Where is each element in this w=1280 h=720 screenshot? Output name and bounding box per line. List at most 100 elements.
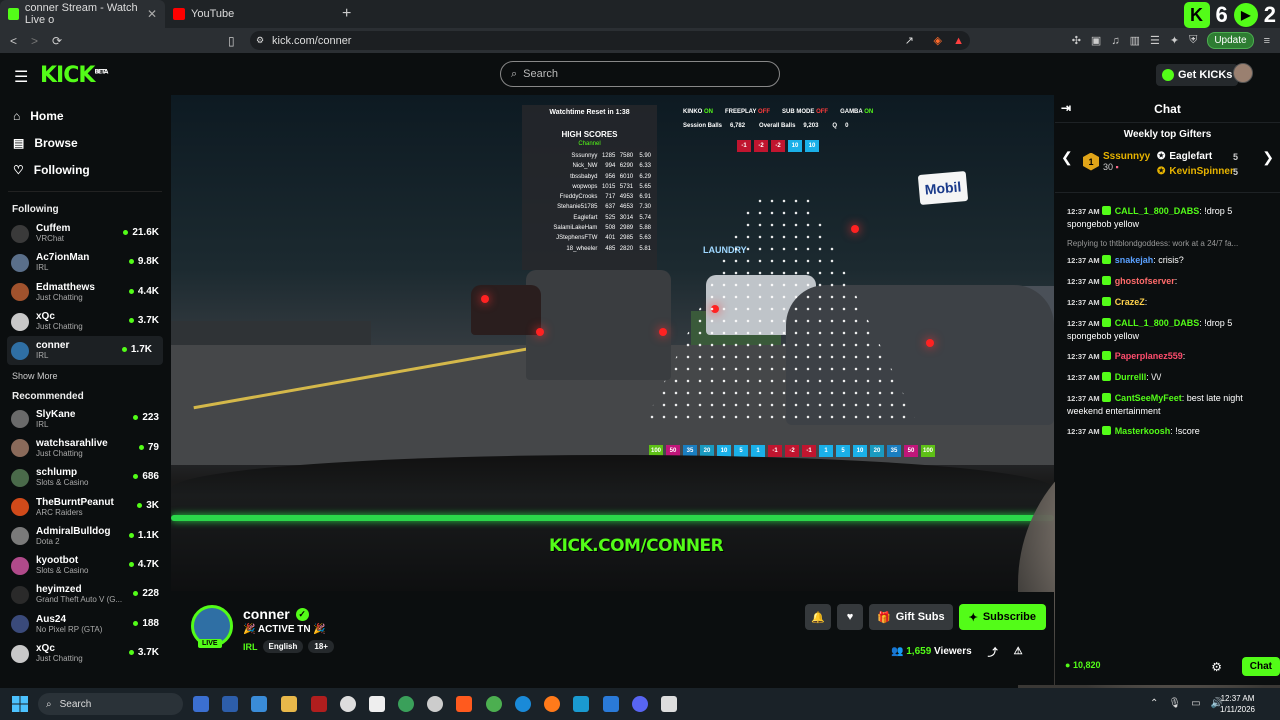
nav-home[interactable]: ⌂ Home (0, 102, 170, 129)
channel-item-xqc[interactable]: xQc Just Chatting 3.7K (0, 307, 170, 336)
app-icon[interactable] (251, 696, 267, 712)
network-icon[interactable]: ▭ (1191, 698, 1200, 709)
windows-start-icon[interactable] (12, 696, 28, 712)
top-gifter[interactable]: 1 Sssunnyy 30 ▪ (1083, 151, 1150, 172)
edge-icon[interactable] (515, 696, 531, 712)
bookmark-icon[interactable]: ▯ (228, 34, 235, 48)
share-icon[interactable]: ↗ (905, 34, 914, 47)
music-icon[interactable]: ♫ (1111, 35, 1119, 47)
app-icon[interactable] (427, 696, 443, 712)
outlook-icon[interactable] (222, 696, 238, 712)
streamer-name[interactable]: conner ✓ (243, 606, 309, 622)
channel-item-watchsarahlive[interactable]: watchsarahlive Just Chatting 79 (0, 434, 170, 463)
follow-heart-button[interactable]: ♥ (837, 604, 863, 630)
channel-item-conner[interactable]: conner IRL 1.7K (7, 336, 163, 366)
report-icon[interactable]: ⚠ (1014, 646, 1023, 657)
channel-item-edmatthews[interactable]: Edmatthews Just Chatting 4.4K (0, 278, 170, 307)
chat-message[interactable]: 12:37 AM CALL_1_800_DABS: !drop 5 sponge… (1067, 205, 1272, 230)
settings-gear-icon[interactable]: ⚙ (1211, 660, 1222, 674)
app-icon[interactable] (398, 696, 414, 712)
chat-message[interactable]: 12:37 AM Masterkoosh: !score (1067, 425, 1272, 438)
next-arrow-icon[interactable]: ❯ (1262, 149, 1274, 166)
chrome-icon[interactable] (486, 696, 502, 712)
vpn-icon[interactable]: ⛨ (1189, 34, 1197, 47)
file-explorer-icon[interactable] (281, 696, 297, 712)
kick-logo[interactable]: KICKBETA (40, 63, 108, 88)
chat-message[interactable]: 12:37 AM snakejah: crisis? (1067, 254, 1272, 267)
user-avatar[interactable] (1233, 63, 1253, 83)
chat-message[interactable]: 12:37 AM Paperplanez559: (1067, 350, 1272, 363)
message-username[interactable]: CALL_1_800_DABS (1115, 206, 1200, 216)
sidebar-icon[interactable]: ▥ (1130, 34, 1140, 47)
message-username[interactable]: Paperplanez559 (1115, 351, 1183, 361)
channel-item-ac7ionman[interactable]: Ac7ionMan IRL 9.8K (0, 248, 170, 277)
search-input[interactable]: ⌕ Search (500, 61, 780, 87)
channel-item-admiralbulldog[interactable]: AdmiralBulldog Dota 2 1.1K (0, 522, 170, 551)
rewards-icon[interactable]: ▲ (953, 35, 964, 47)
get-kicks-button[interactable]: Get KICKs (1156, 64, 1239, 86)
firefox-icon[interactable] (544, 696, 560, 712)
collapse-chat-icon[interactable]: ⇥ (1061, 101, 1071, 115)
channel-item-kyootbot[interactable]: kyootbot Slots & Casino 4.7K (0, 551, 170, 580)
taskbar-clock[interactable]: 12:37 AM 1/11/2026 (1220, 693, 1255, 715)
chat-message[interactable]: 12:37 AM CantSeeMyFeet: best late night … (1067, 392, 1272, 417)
video-player[interactable]: LAUNDRY Mobil Watchtime Reset in 1:38 HI… (171, 95, 1054, 591)
chat-message[interactable]: 12:37 AM ghostofserver: (1067, 275, 1272, 288)
gifter-row[interactable]: ✪ Eaglefart 5 (1157, 151, 1238, 162)
chat-message[interactable]: 12:37 AM Durrelll: \/\/ (1067, 371, 1272, 384)
app-icon[interactable] (573, 696, 589, 712)
gifter-row[interactable]: ✪ KevinSpinner 5 (1157, 166, 1238, 177)
channel-item-heyimzed[interactable]: heyimzed Grand Theft Auto V (G... 228 (0, 580, 170, 609)
new-tab-plus-icon[interactable]: + (342, 5, 351, 23)
nav-browse[interactable]: ▤ Browse (0, 129, 170, 156)
chevron-up-icon[interactable]: ⌃ (1150, 698, 1158, 709)
reload-icon[interactable]: ⟳ (52, 34, 62, 48)
channel-item-slykane[interactable]: SlyKane IRL 223 (0, 404, 170, 433)
channel-points[interactable]: ● 10,820 (1065, 660, 1100, 670)
menu-icon[interactable]: ≡ (1264, 35, 1270, 47)
microphone-icon[interactable]: 🎙 (1168, 698, 1181, 709)
message-username[interactable]: CrazeZ (1115, 297, 1145, 307)
update-button[interactable]: Update (1207, 32, 1254, 49)
clock-app-icon[interactable] (340, 696, 356, 712)
taskbar-search[interactable]: ⌕ Search (38, 693, 183, 715)
puzzle-icon[interactable]: ✣ (1072, 34, 1081, 47)
notification-bell-button[interactable]: 🔔 (805, 604, 831, 630)
wallet-icon[interactable]: ▣ (1091, 34, 1101, 47)
app-icon[interactable] (661, 696, 677, 712)
app-icon[interactable] (369, 696, 385, 712)
task-view-icon[interactable] (193, 696, 209, 712)
channel-item-schlump[interactable]: schlump Slots & Casino 686 (0, 463, 170, 492)
message-username[interactable]: CantSeeMyFeet (1115, 393, 1182, 403)
send-chat-button[interactable]: Chat (1241, 657, 1280, 676)
message-username[interactable]: CALL_1_800_DABS (1115, 318, 1200, 328)
tab-kick[interactable]: conner Stream - Watch Live o ✕ (0, 0, 165, 28)
netflix-icon[interactable] (311, 696, 327, 712)
tab-youtube[interactable]: YouTube (165, 0, 330, 28)
chat-message[interactable]: 12:37 AM CrazeZ: (1067, 296, 1272, 309)
back-icon[interactable]: < (10, 34, 17, 48)
channel-item-theburntpeanut[interactable]: TheBurntPeanut ARC Raiders 3K (0, 492, 170, 521)
category-link[interactable]: IRL (243, 642, 258, 652)
message-username[interactable]: Durrelll (1115, 372, 1147, 382)
channel-item-cuffem[interactable]: Cuffem VRChat 21.6K (0, 219, 170, 248)
close-tab-icon[interactable]: ✕ (147, 7, 157, 21)
subscribe-button[interactable]: ✦ Subscribe (958, 604, 1046, 630)
gift-subs-button[interactable]: 🎁 Gift Subs (869, 604, 953, 630)
prev-arrow-icon[interactable]: ❮ (1061, 149, 1073, 166)
tag-english[interactable]: English (262, 640, 304, 653)
chat-message[interactable]: 12:37 AM CALL_1_800_DABS: !drop 5 sponge… (1067, 317, 1272, 342)
forward-icon[interactable]: > (31, 34, 38, 48)
share-icon[interactable]: ⤴ (988, 644, 998, 659)
url-field[interactable]: ⚙ kick.com/conner ↗ ◈ ▲ (250, 31, 970, 50)
hamburger-menu-icon[interactable]: ☰ (14, 67, 28, 87)
show-more-link[interactable]: Show More (0, 365, 170, 387)
discord-icon[interactable] (632, 696, 648, 712)
message-username[interactable]: snakejah (1115, 255, 1154, 265)
channel-item-xqc[interactable]: xQc Just Chatting 3.7K (0, 639, 170, 668)
brave-shield-icon[interactable]: ◈ (934, 34, 942, 47)
nav-following[interactable]: ♡ Following (0, 156, 170, 183)
channel-item-aus24[interactable]: Aus24 No Pixel RP (GTA) 188 (0, 610, 170, 639)
brave-browser-icon[interactable] (456, 696, 472, 712)
vscode-icon[interactable] (603, 696, 619, 712)
